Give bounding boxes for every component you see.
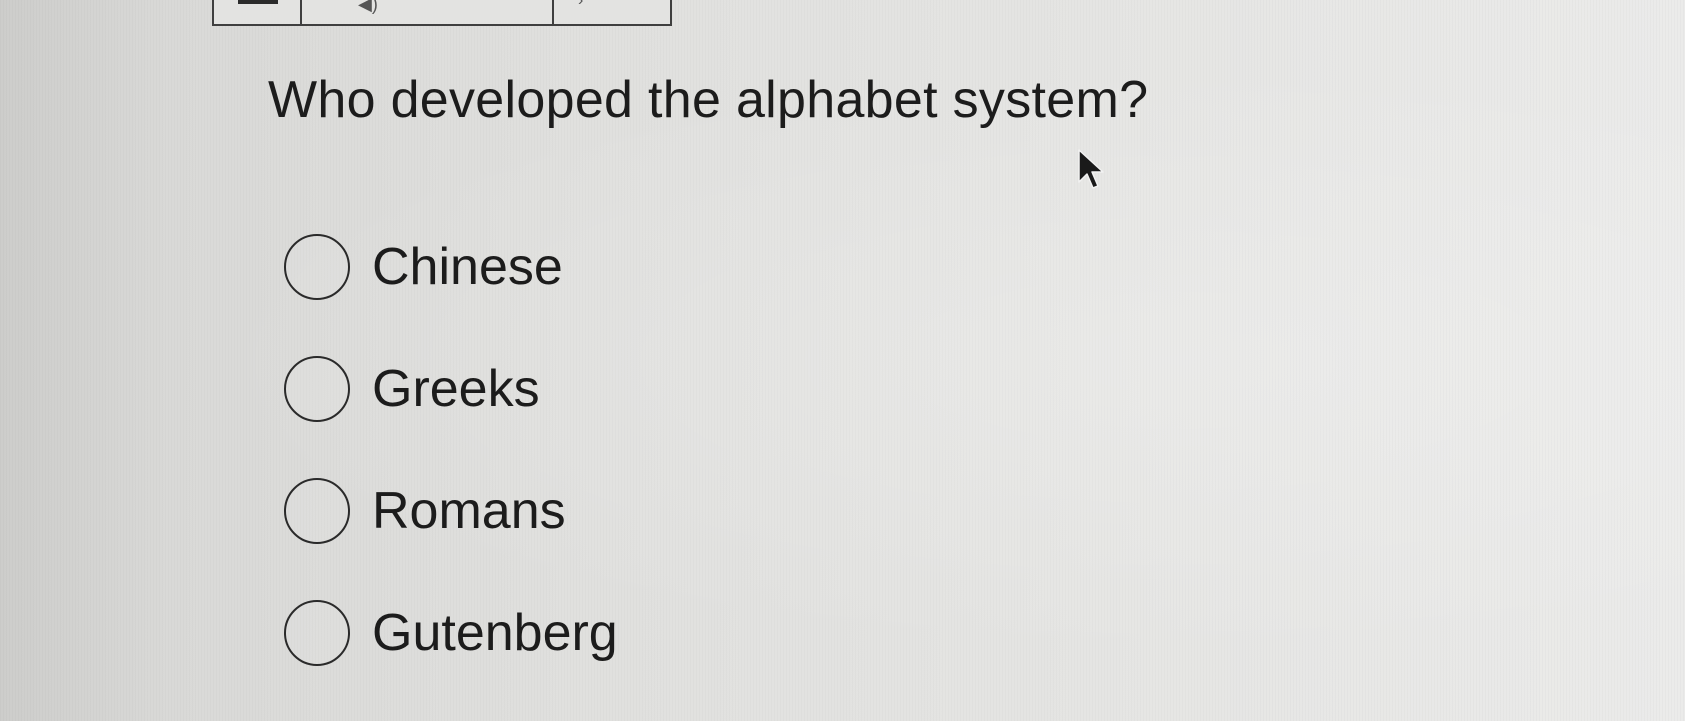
mouse-pointer-icon — [1078, 149, 1104, 189]
option-gutenberg[interactable]: Gutenberg — [284, 598, 618, 668]
option-chinese[interactable]: Chinese — [284, 232, 618, 302]
option-label: Gutenberg — [372, 604, 618, 662]
arrow-icon: › — [578, 0, 584, 9]
answer-options: Chinese Greeks Romans Gutenberg — [284, 232, 618, 720]
toolbar-listen-button[interactable]: ◀) — [302, 0, 554, 24]
option-greeks[interactable]: Greeks — [284, 354, 618, 424]
toolbar-menu-button[interactable] — [214, 0, 302, 24]
toolbar-options-button[interactable]: › — [554, 0, 670, 24]
radio-button[interactable] — [284, 478, 350, 544]
option-label: Greeks — [372, 360, 540, 418]
reader-toolbar: ◀) › — [212, 0, 672, 26]
radio-button[interactable] — [284, 356, 350, 422]
menu-bar-icon — [238, 0, 278, 4]
option-romans[interactable]: Romans — [284, 476, 618, 546]
radio-button[interactable] — [284, 600, 350, 666]
question-text: Who developed the alphabet system? — [268, 71, 1149, 129]
option-label: Chinese — [372, 238, 563, 296]
radio-button[interactable] — [284, 234, 350, 300]
speaker-icon: ◀) — [358, 0, 378, 14]
option-label: Romans — [372, 482, 566, 540]
